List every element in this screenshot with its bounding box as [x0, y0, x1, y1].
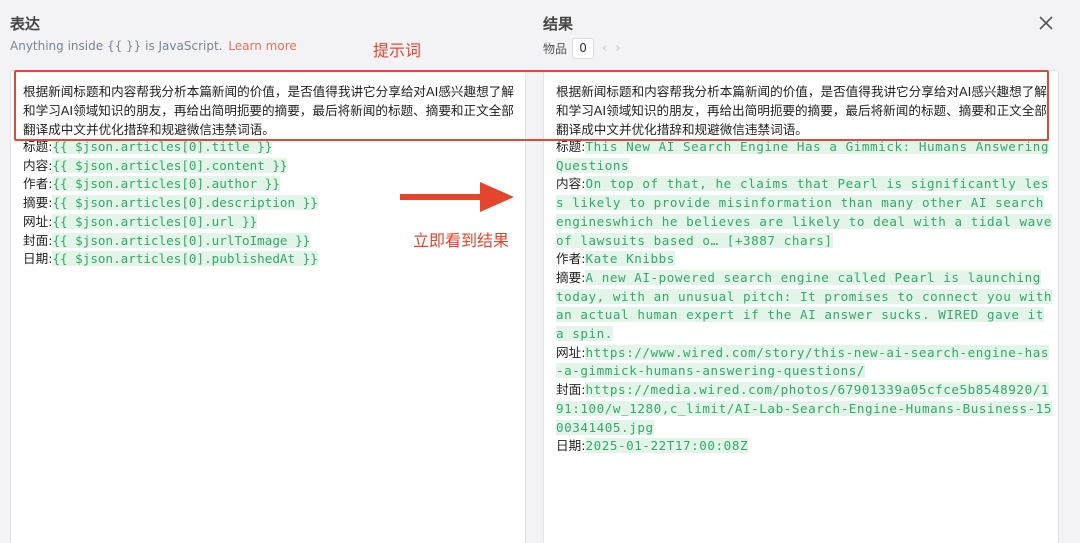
field-label: 标题: [23, 139, 53, 154]
field-label: 作者: [23, 176, 53, 192]
field-label: 封面: [23, 232, 53, 248]
result-value: https://media.wired.com/photos/67901339a… [556, 382, 1053, 435]
prompt-text: 根据新闻标题和内容帮我分析本篇新闻的价值，是否值得我讲它分享给对AI感兴趣想了解… [23, 84, 514, 137]
result-value: https://www.wired.com/story/this-new-ai-… [556, 344, 1049, 379]
field-label: 网址: [556, 344, 586, 360]
result-line: 网址:https://www.wired.com/story/this-new-… [556, 344, 1056, 381]
result-value: 2025-01-22T17:00:08Z [585, 438, 749, 454]
expression-line: 日期:{{ $json.articles[0].publishedAt }} [23, 250, 523, 269]
field-label: 作者: [556, 251, 586, 267]
field-label: 日期: [556, 438, 586, 454]
field-label: 日期: [23, 251, 53, 267]
result-header: 结果 [543, 13, 573, 34]
item-label: 物品 [543, 42, 568, 56]
item-selector: 物品 0 ‹ › [543, 38, 620, 59]
learn-more-link[interactable]: Learn more [228, 39, 296, 53]
expression-code: {{ $json.articles[0].description }} [52, 195, 318, 211]
result-preview: 根据新闻标题和内容帮我分析本篇新闻的价值，是否值得我讲它分享给对AI感兴趣想了解… [543, 70, 1059, 543]
field-label: 网址: [23, 213, 53, 229]
item-index-input[interactable]: 0 [572, 38, 595, 59]
result-line: 作者:Kate Knibbs [556, 250, 1056, 269]
expression-code: {{ $json.articles[0].title }} [52, 139, 273, 154]
field-label: 摘要: [556, 269, 586, 285]
result-fields: 标题:This New AI Search Engine Has a Gimmi… [556, 138, 1056, 456]
chevron-left-icon[interactable]: ‹ [602, 41, 607, 56]
hint-text: Anything inside {{ }} is JavaScript. [10, 39, 223, 53]
result-value: On top of that, he claims that Pearl is … [556, 176, 1053, 248]
javascript-hint: Anything inside {{ }} is JavaScript. Lea… [10, 39, 297, 53]
expression-editor[interactable]: 根据新闻标题和内容帮我分析本篇新闻的价值，是否值得我讲它分享给对AI感兴趣想了解… [10, 70, 526, 543]
result-value: This New AI Search Engine Has a Gimmick:… [556, 139, 1049, 173]
result-annotation: 立即看到结果 [413, 231, 510, 250]
result-line: 摘要:A new AI-powered search engine called… [556, 269, 1056, 344]
result-line: 标题:This New AI Search Engine Has a Gimmi… [556, 138, 1056, 175]
expression-line: 内容:{{ $json.articles[0].content }} [23, 157, 523, 176]
field-label: 内容: [23, 157, 53, 173]
expression-code: {{ $json.articles[0].publishedAt }} [52, 251, 318, 267]
result-prompt-text: 根据新闻标题和内容帮我分析本篇新闻的价值，是否值得我讲它分享给对AI感兴趣想了解… [556, 84, 1047, 137]
field-label: 封面: [556, 382, 586, 398]
expression-line: 摘要:{{ $json.articles[0].description }} [23, 194, 523, 213]
field-label: 摘要: [23, 195, 53, 211]
result-value: Kate Knibbs [585, 251, 675, 267]
expression-title: 表达 [10, 15, 41, 33]
field-label: 内容: [556, 176, 586, 192]
chevron-right-icon[interactable]: › [615, 41, 620, 56]
result-line: 内容:On top of that, he claims that Pearl … [556, 175, 1056, 250]
expression-code: {{ $json.articles[0].content }} [52, 157, 288, 173]
expression-code: {{ $json.articles[0].urlToImage }} [52, 232, 311, 248]
result-line: 封面:https://media.wired.com/photos/679013… [556, 381, 1056, 437]
result-line: 日期:2025-01-22T17:00:08Z [556, 437, 1056, 456]
prompt-annotation: 提示词 [373, 41, 422, 60]
close-icon[interactable] [1037, 14, 1055, 32]
expression-header: 表达 [10, 13, 40, 34]
expression-line: 作者:{{ $json.articles[0].author }} [23, 175, 523, 194]
expression-line: 标题:{{ $json.articles[0].title }} [23, 138, 523, 157]
expression-code: {{ $json.articles[0].url }} [52, 213, 258, 229]
result-value: A new AI-powered search engine called Pe… [556, 269, 1053, 342]
expression-code: {{ $json.articles[0].author }} [52, 176, 280, 192]
result-title: 结果 [543, 15, 574, 33]
field-label: 标题: [556, 139, 586, 154]
